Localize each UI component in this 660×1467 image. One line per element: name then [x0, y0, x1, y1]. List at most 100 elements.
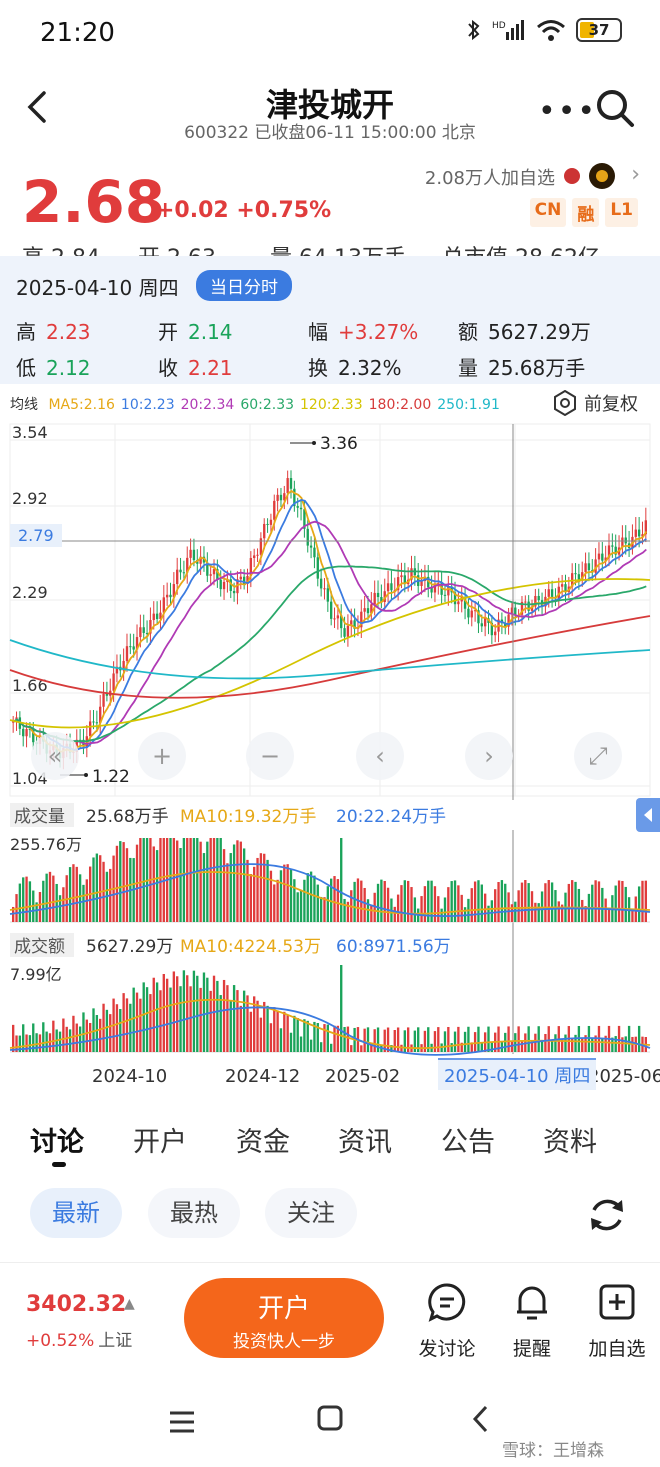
amount-bar: [75, 1023, 78, 1052]
amount-bar: [266, 1005, 269, 1052]
volume-bar: [470, 888, 473, 922]
index-change[interactable]: +0.52% 上证: [26, 1326, 132, 1351]
volume-bar: [75, 866, 78, 922]
tab-profile[interactable]: 资料: [543, 1120, 597, 1159]
status-bar: 21:20 HD 37: [0, 0, 660, 70]
sort-chips: 最新 最热 关注: [0, 1188, 660, 1248]
volume-bar: [544, 883, 547, 922]
adjust-toggle[interactable]: 前复权: [552, 390, 638, 416]
candle-body: [480, 623, 483, 627]
day-stat-item: 幅 +3.27%: [308, 320, 419, 344]
amount-bar: [366, 1027, 370, 1052]
volume-bar: [510, 904, 514, 922]
more-icon[interactable]: •••: [538, 94, 597, 129]
volume-bar: [172, 838, 176, 922]
volume-bar: [283, 864, 286, 922]
volume-bar: [477, 880, 480, 922]
tab-discussion[interactable]: 讨论: [30, 1120, 84, 1159]
refresh-icon[interactable]: [586, 1194, 628, 1236]
amount-bar: [323, 1024, 326, 1052]
watch-count[interactable]: 2.08万人加自选: [425, 164, 555, 190]
chip-follow[interactable]: 关注: [265, 1188, 357, 1238]
tab-announcements[interactable]: 公告: [441, 1120, 495, 1159]
amount-bar: [226, 985, 229, 1052]
amount-bar: [279, 1028, 283, 1052]
volume-bar: [400, 885, 403, 922]
amount-bar: [293, 1015, 296, 1052]
amount-bar: [296, 1018, 299, 1052]
candle-body: [470, 610, 473, 618]
home-icon[interactable]: [316, 1404, 344, 1432]
volume-bar: [410, 887, 413, 922]
volume-bar: [637, 886, 641, 922]
chart-control-icon: ›: [484, 742, 494, 770]
volume-ma10: MA10:19.32万手: [180, 807, 316, 827]
volume-bar: [299, 890, 303, 922]
volume-bar: [306, 873, 309, 922]
volume-bar: [68, 867, 72, 922]
volume-bar: [316, 884, 319, 922]
tab-open-account[interactable]: 开户: [133, 1120, 187, 1159]
day-stat-item: 高 2.23: [16, 320, 91, 344]
settings-icon: [554, 390, 576, 416]
intraday-button[interactable]: 当日分时: [196, 270, 292, 301]
candle-body: [366, 608, 370, 614]
tab-funds[interactable]: 资金: [236, 1120, 290, 1159]
amount-bar: [363, 1028, 366, 1052]
amount-ma60: 60:8971.56万: [336, 937, 451, 957]
alert-button[interactable]: 提醒: [497, 1282, 567, 1361]
candle-body: [192, 549, 196, 561]
amount-bar: [229, 1000, 232, 1052]
volume-bar: [72, 864, 75, 922]
volume-bar: [480, 884, 483, 922]
amount-bar: [443, 1031, 447, 1052]
chevron-right-icon[interactable]: ›: [631, 162, 640, 187]
amount-value: 5627.29万: [86, 937, 173, 957]
index-value[interactable]: 3402.32: [26, 1292, 126, 1317]
y-tick-label: 2.92: [12, 489, 48, 508]
volume-bar: [55, 883, 58, 922]
candle-body: [611, 545, 614, 547]
candle-body: [330, 601, 333, 619]
candle-body: [239, 576, 242, 580]
volume-bar: [497, 882, 500, 922]
volume-bar: [276, 879, 279, 922]
nav-back-icon[interactable]: [470, 1404, 490, 1434]
amount-bar: [330, 1043, 333, 1052]
candle-body: [129, 646, 132, 648]
volume-bar: [460, 894, 463, 922]
tab-news[interactable]: 资讯: [338, 1120, 392, 1159]
volume-bar: [182, 838, 186, 922]
amount-bar: [450, 1043, 453, 1052]
amount-bar: [467, 1026, 470, 1052]
follower-avatars[interactable]: [562, 162, 618, 190]
amount-bar: [637, 1025, 641, 1052]
volume-bar: [343, 898, 346, 922]
chip-latest[interactable]: 最新: [30, 1188, 122, 1238]
amount-bar: [343, 1027, 346, 1052]
candle-body: [494, 631, 497, 636]
candle-body: [637, 529, 641, 537]
chip-hot[interactable]: 最热: [148, 1188, 240, 1238]
candle-body: [263, 523, 266, 539]
open-account-button[interactable]: 开户 投资快人一步: [184, 1278, 384, 1358]
volume-bar: [95, 853, 99, 922]
volume-bar: [236, 840, 239, 922]
volume-bar: [527, 883, 530, 922]
volume-bar: [122, 842, 125, 922]
add-watchlist-button[interactable]: 加自选: [582, 1282, 652, 1361]
amount-bar: [396, 1027, 400, 1052]
candle-body: [256, 554, 259, 556]
volume-bar: [326, 886, 329, 922]
amount-bar: [95, 1015, 99, 1052]
search-icon[interactable]: [595, 88, 635, 128]
candle-body: [346, 625, 350, 637]
ma-label: 均线: [10, 397, 38, 413]
post-discussion-button[interactable]: 发讨论: [412, 1282, 482, 1361]
amount-bar: [473, 1032, 477, 1052]
candle-body: [386, 583, 390, 592]
kline-chart[interactable]: 3.542.922.291.661.043.361.22« + − ‹ › ⤢成交量 25.…: [0, 420, 660, 1100]
menu-icon[interactable]: [168, 1410, 196, 1434]
volume-bar: [524, 880, 527, 922]
collapse-side-button[interactable]: [636, 798, 660, 832]
